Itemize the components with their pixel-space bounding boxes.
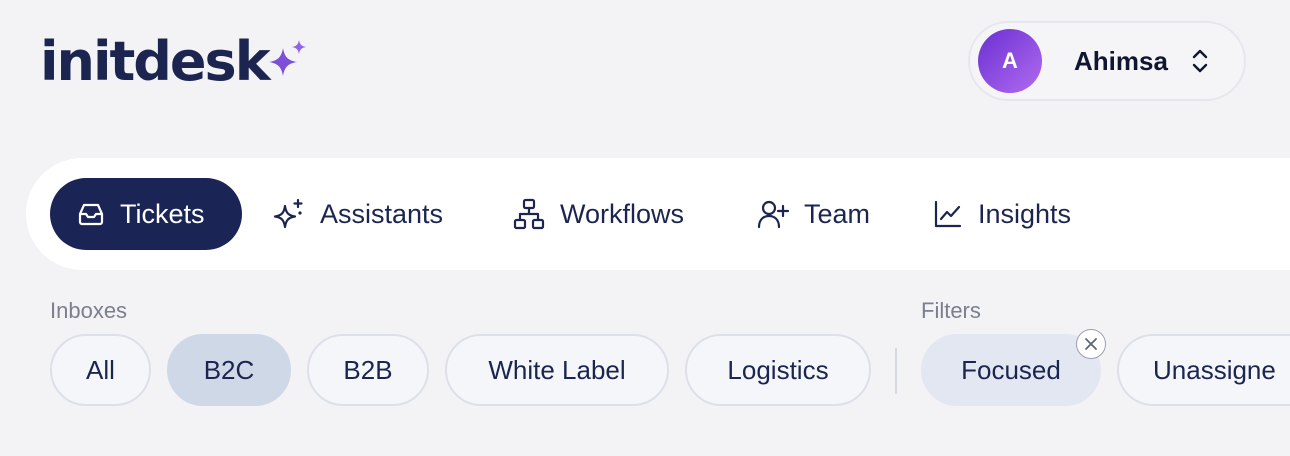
close-icon[interactable]: [1076, 329, 1106, 359]
user-name: Ahimsa: [1074, 45, 1168, 76]
chevron-up-down-icon: [1190, 47, 1210, 75]
hierarchy-icon: [513, 198, 545, 230]
filters-label: Filters: [921, 298, 981, 323]
section-divider: [895, 348, 897, 394]
avatar: A: [978, 29, 1042, 93]
sparkle-logo-icon: [268, 40, 306, 76]
inboxes-label: Inboxes: [50, 298, 128, 323]
nav-insights[interactable]: Insights: [932, 178, 1071, 250]
filter-chip-focused[interactable]: Focused: [921, 334, 1101, 406]
nav-assistants[interactable]: Assistants: [272, 178, 443, 250]
main-nav: Tickets Assistants Workflows Team Insigh…: [26, 158, 1290, 270]
nav-tickets-label: Tickets: [120, 198, 205, 229]
brand-logo[interactable]: initdesk: [40, 30, 309, 94]
user-switcher[interactable]: A Ahimsa: [968, 21, 1246, 101]
inbox-tray-icon: [78, 203, 104, 226]
sparkles-icon: [273, 198, 303, 229]
nav-tickets[interactable]: Tickets: [50, 178, 242, 250]
inbox-chip-all[interactable]: All: [50, 334, 151, 406]
user-plus-icon: [757, 200, 790, 229]
nav-assistants-label: Assistants: [320, 198, 444, 229]
inbox-chip-b2b[interactable]: B2B: [307, 334, 429, 406]
nav-insights-label: Insights: [978, 198, 1072, 229]
nav-team[interactable]: Team: [756, 178, 870, 250]
line-chart-icon: [934, 200, 962, 228]
inbox-chip-logistics[interactable]: Logistics: [685, 334, 871, 406]
inbox-chip-b2c[interactable]: B2C: [167, 334, 291, 406]
nav-team-label: Team: [804, 198, 871, 229]
inbox-chip-white-label[interactable]: White Label: [445, 334, 669, 406]
nav-workflows-label: Workflows: [560, 198, 685, 229]
brand-name: initdesk: [40, 30, 271, 93]
nav-workflows[interactable]: Workflows: [512, 178, 684, 250]
filter-chip-unassigned[interactable]: Unassigne: [1117, 334, 1290, 406]
